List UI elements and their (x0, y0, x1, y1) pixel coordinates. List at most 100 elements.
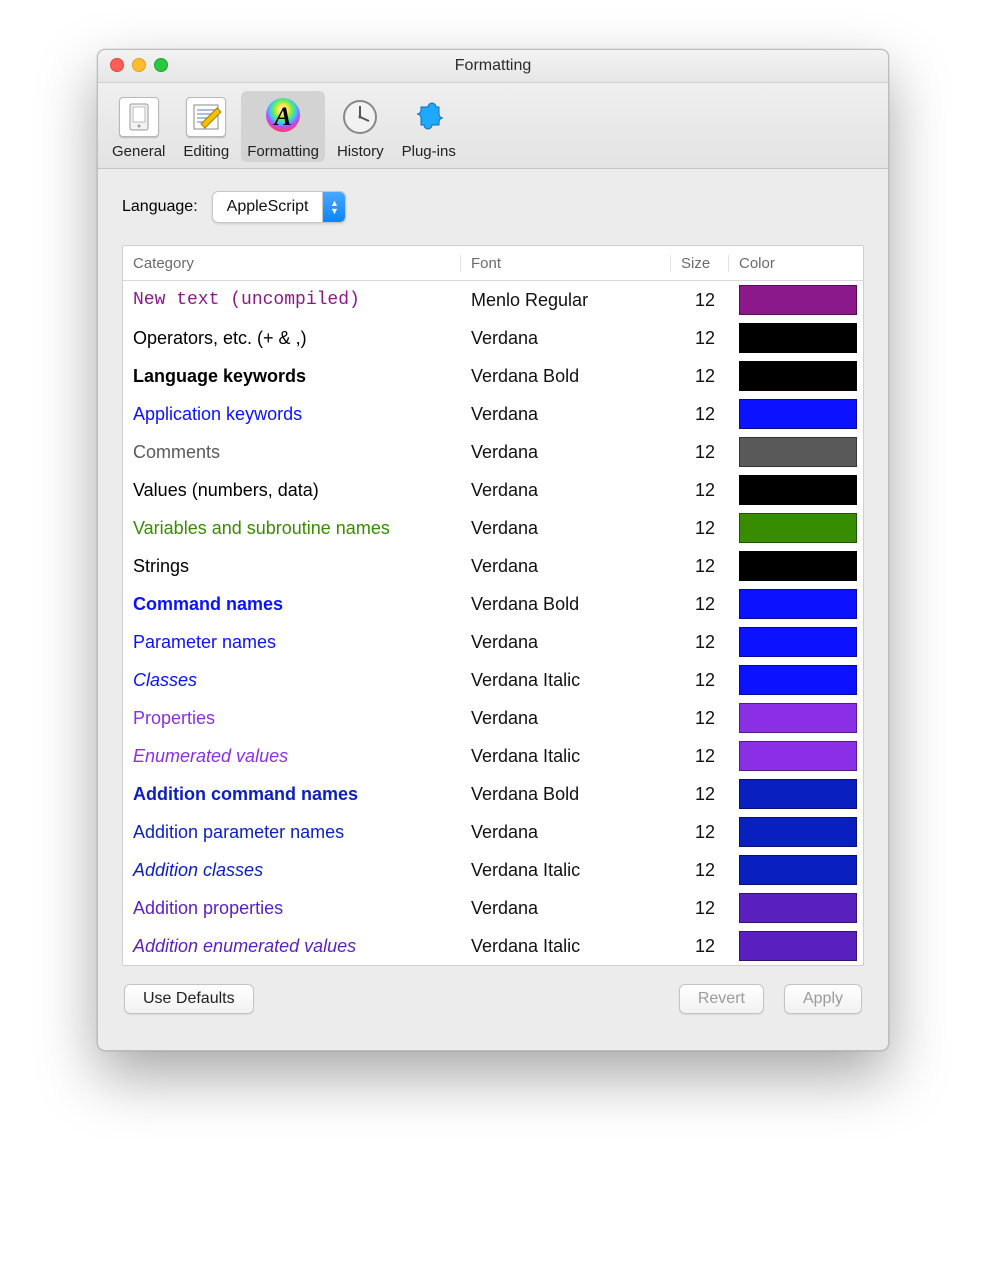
use-defaults-button[interactable]: Use Defaults (124, 984, 254, 1014)
table-row[interactable]: Parameter namesVerdana12 (123, 623, 863, 661)
cell-font: Verdana (461, 708, 671, 729)
color-swatch[interactable] (739, 513, 857, 543)
color-swatch[interactable] (739, 361, 857, 391)
cell-font: Verdana Bold (461, 366, 671, 387)
cell-size: 12 (671, 594, 729, 615)
table-row[interactable]: Addition propertiesVerdana12 (123, 889, 863, 927)
color-swatch[interactable] (739, 703, 857, 733)
minimize-window-button[interactable] (132, 58, 146, 72)
cell-category: New text (uncompiled) (123, 290, 461, 310)
zoom-window-button[interactable] (154, 58, 168, 72)
window-title: Formatting (455, 57, 531, 74)
cell-font: Verdana (461, 404, 671, 425)
close-window-button[interactable] (110, 58, 124, 72)
table-row[interactable]: Addition enumerated valuesVerdana Italic… (123, 927, 863, 965)
cell-category: Addition parameter names (123, 822, 461, 843)
color-swatch[interactable] (739, 779, 857, 809)
cell-size: 12 (671, 708, 729, 729)
cell-color (729, 399, 863, 429)
popup-arrows-icon: ▲▼ (322, 192, 345, 222)
language-row: Language: AppleScript ▲▼ (122, 191, 864, 223)
color-swatch[interactable] (739, 285, 857, 315)
color-swatch[interactable] (739, 741, 857, 771)
cell-size: 12 (671, 518, 729, 539)
table-row[interactable]: Language keywordsVerdana Bold12 (123, 357, 863, 395)
cell-font: Verdana Bold (461, 594, 671, 615)
color-swatch[interactable] (739, 475, 857, 505)
col-color[interactable]: Color (729, 255, 863, 272)
tab-label: General (112, 143, 165, 160)
tab-formatting[interactable]: A Formatting (241, 91, 325, 162)
cell-size: 12 (671, 366, 729, 387)
color-swatch[interactable] (739, 399, 857, 429)
color-swatch[interactable] (739, 323, 857, 353)
revert-button[interactable]: Revert (679, 984, 764, 1014)
cell-category: Application keywords (123, 404, 461, 425)
tab-general[interactable]: General (106, 91, 171, 162)
col-size[interactable]: Size (671, 255, 729, 272)
tab-editing[interactable]: Editing (177, 91, 235, 162)
cell-font: Verdana (461, 632, 671, 653)
col-font[interactable]: Font (461, 255, 671, 272)
cell-font: Verdana Italic (461, 936, 671, 957)
cell-category: Parameter names (123, 632, 461, 653)
table-row[interactable]: Application keywordsVerdana12 (123, 395, 863, 433)
cell-color (729, 703, 863, 733)
tab-history[interactable]: History (331, 91, 390, 162)
language-value: AppleScript (213, 192, 323, 222)
cell-color (729, 551, 863, 581)
editing-icon (184, 95, 228, 139)
cell-size: 12 (671, 480, 729, 501)
color-swatch[interactable] (739, 627, 857, 657)
table-row[interactable]: Addition command namesVerdana Bold12 (123, 775, 863, 813)
table-row[interactable]: New text (uncompiled)Menlo Regular12 (123, 281, 863, 319)
cell-font: Verdana (461, 480, 671, 501)
plugins-icon (407, 95, 451, 139)
cell-color (729, 323, 863, 353)
table-row[interactable]: StringsVerdana12 (123, 547, 863, 585)
color-swatch[interactable] (739, 855, 857, 885)
color-swatch[interactable] (739, 665, 857, 695)
color-swatch[interactable] (739, 589, 857, 619)
table-row[interactable]: PropertiesVerdana12 (123, 699, 863, 737)
cell-color (729, 285, 863, 315)
col-category[interactable]: Category (123, 255, 461, 272)
formatting-icon: A (261, 95, 305, 139)
cell-font: Verdana (461, 556, 671, 577)
cell-category: Language keywords (123, 366, 461, 387)
table-row[interactable]: CommentsVerdana12 (123, 433, 863, 471)
cell-size: 12 (671, 404, 729, 425)
tab-plugins[interactable]: Plug-ins (396, 91, 462, 162)
cell-font: Verdana Italic (461, 860, 671, 881)
cell-size: 12 (671, 632, 729, 653)
table-row[interactable]: Variables and subroutine namesVerdana12 (123, 509, 863, 547)
cell-category: Addition properties (123, 898, 461, 919)
cell-category: Addition enumerated values (123, 936, 461, 957)
color-swatch[interactable] (739, 931, 857, 961)
table-row[interactable]: Addition parameter namesVerdana12 (123, 813, 863, 851)
cell-color (729, 437, 863, 467)
cell-font: Verdana (461, 898, 671, 919)
table-row[interactable]: Addition classesVerdana Italic12 (123, 851, 863, 889)
cell-category: Classes (123, 670, 461, 691)
color-swatch[interactable] (739, 551, 857, 581)
table-row[interactable]: Operators, etc. (+ & ,)Verdana12 (123, 319, 863, 357)
table-row[interactable]: Command namesVerdana Bold12 (123, 585, 863, 623)
tab-label: Plug-ins (402, 143, 456, 160)
table-row[interactable]: Enumerated valuesVerdana Italic12 (123, 737, 863, 775)
preferences-toolbar: General Editing (98, 83, 888, 169)
table-row[interactable]: ClassesVerdana Italic12 (123, 661, 863, 699)
cell-category: Properties (123, 708, 461, 729)
cell-font: Verdana (461, 442, 671, 463)
table-row[interactable]: Values (numbers, data)Verdana12 (123, 471, 863, 509)
color-swatch[interactable] (739, 437, 857, 467)
table-body: New text (uncompiled)Menlo Regular12Oper… (123, 281, 863, 965)
svg-text:A: A (272, 102, 291, 131)
language-popup[interactable]: AppleScript ▲▼ (212, 191, 347, 223)
color-swatch[interactable] (739, 893, 857, 923)
apply-button[interactable]: Apply (784, 984, 862, 1014)
cell-color (729, 893, 863, 923)
cell-font: Verdana Italic (461, 670, 671, 691)
color-swatch[interactable] (739, 817, 857, 847)
table-header: Category Font Size Color (123, 246, 863, 281)
